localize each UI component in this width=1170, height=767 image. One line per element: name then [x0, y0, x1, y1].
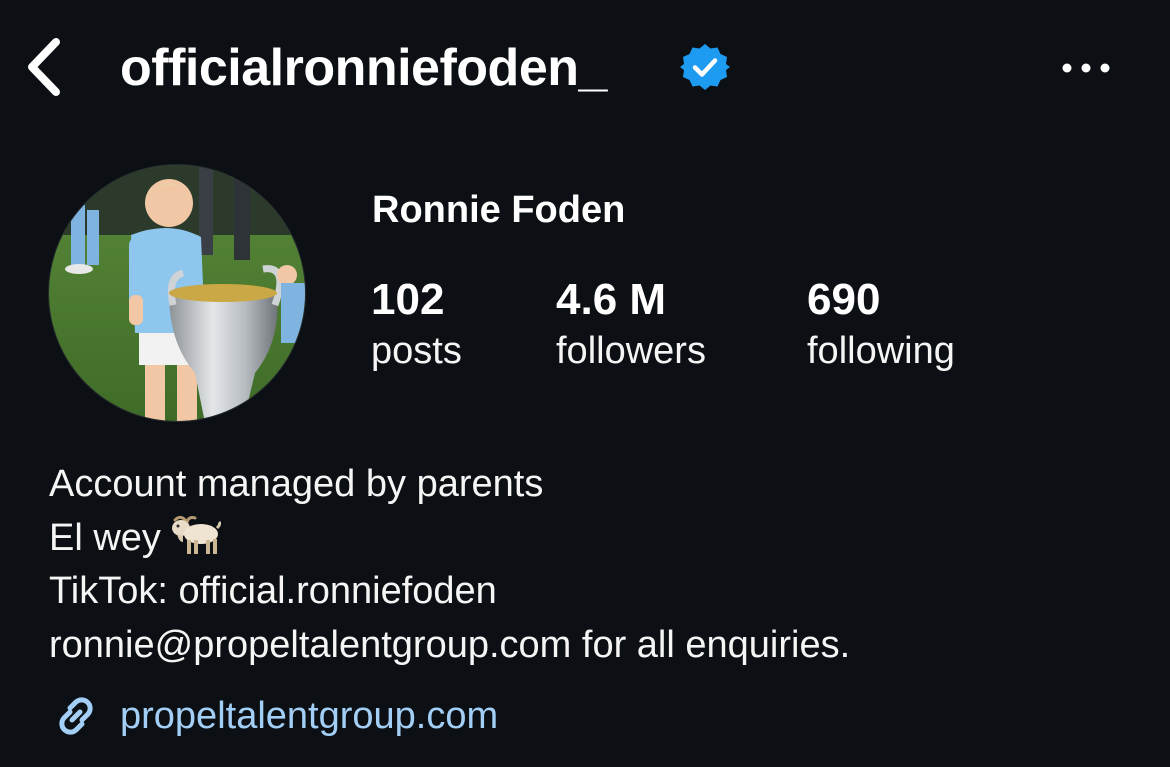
- more-horizontal-icon: [1062, 63, 1110, 73]
- following-stat[interactable]: 690 following: [807, 274, 955, 376]
- bio-line: El wey: [49, 512, 850, 566]
- bio-line: Account managed by parents: [49, 463, 544, 505]
- chevron-left-icon: [28, 38, 60, 96]
- followers-count: 4.6 M: [556, 275, 667, 324]
- link-icon: [59, 697, 93, 735]
- bio-line: ronnie@propeltalentgroup.com for all enq…: [49, 623, 851, 666]
- verified-badge-icon: [680, 44, 730, 90]
- following-label: following: [807, 330, 955, 372]
- posts-stat[interactable]: 102 posts: [371, 274, 462, 376]
- profile-link-text[interactable]: propeltalentgroup.com: [120, 688, 498, 744]
- goat-icon: [171, 515, 221, 554]
- back-button[interactable]: [22, 34, 72, 100]
- profile-display-name: Ronnie Foden: [372, 189, 626, 231]
- profile-username: officialronniefoden_: [120, 39, 607, 97]
- bio-line: TikTok: official.ronniefoden: [49, 570, 497, 612]
- profile-page: officialronniefoden_ Ronnie Foden 102 po…: [0, 0, 1170, 767]
- profile-bio: Account managed by parents El wey TikTok…: [49, 458, 850, 672]
- followers-stat[interactable]: 4.6 M followers: [556, 274, 706, 376]
- posts-count: 102: [371, 275, 445, 324]
- profile-avatar[interactable]: [48, 164, 306, 422]
- following-count: 690: [807, 275, 881, 324]
- followers-label: followers: [556, 330, 706, 372]
- posts-label: posts: [371, 330, 462, 372]
- more-options-button[interactable]: [1058, 56, 1114, 80]
- bio-text: El wey: [49, 516, 161, 559]
- profile-link[interactable]: propeltalentgroup.com: [50, 688, 498, 744]
- profile-photo: [49, 165, 305, 421]
